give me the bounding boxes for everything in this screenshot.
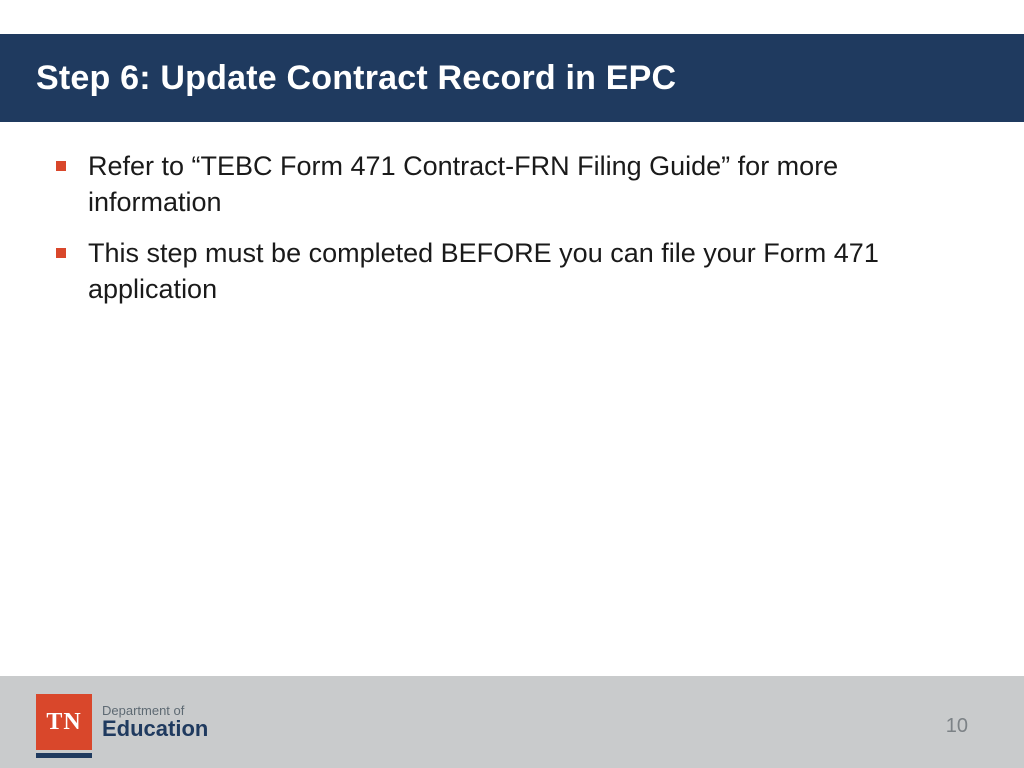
bullet-list: Refer to “TEBC Form 471 Contract-FRN Fil… bbox=[56, 148, 968, 308]
list-item: Refer to “TEBC Form 471 Contract-FRN Fil… bbox=[56, 148, 968, 221]
footer-bar: TN Department of Education 10 bbox=[0, 676, 1024, 768]
education-label: Education bbox=[102, 717, 208, 740]
tn-logo-box: TN bbox=[36, 694, 92, 750]
dept-label: Department of bbox=[102, 704, 208, 718]
logo-text: Department of Education bbox=[102, 704, 208, 741]
list-item: This step must be completed BEFORE you c… bbox=[56, 235, 968, 308]
page-number: 10 bbox=[946, 715, 968, 738]
slide-body: Refer to “TEBC Form 471 Contract-FRN Fil… bbox=[56, 148, 968, 322]
slide-title: Step 6: Update Contract Record in EPC bbox=[36, 59, 676, 98]
slide: Step 6: Update Contract Record in EPC Re… bbox=[0, 0, 1024, 768]
tn-education-logo: TN Department of Education bbox=[36, 694, 208, 750]
tn-logo-text: TN bbox=[46, 709, 81, 736]
title-bar: Step 6: Update Contract Record in EPC bbox=[0, 34, 1024, 122]
